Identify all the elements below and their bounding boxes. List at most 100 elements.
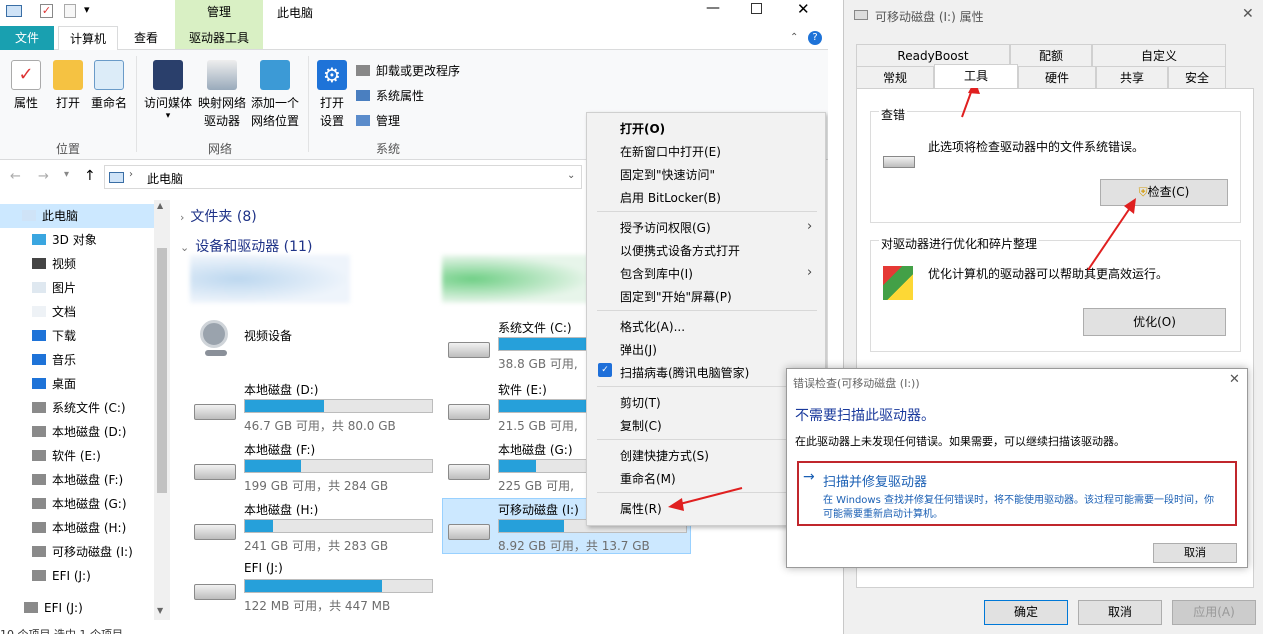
recent-locations-icon[interactable]: ▾: [64, 169, 69, 180]
context-menu-item[interactable]: 属性(R): [620, 499, 662, 519]
close-icon[interactable]: ✕: [1242, 6, 1254, 22]
drive-icon: [32, 402, 46, 413]
open-button[interactable]: 打开: [52, 60, 84, 112]
nav-item[interactable]: 图片: [32, 276, 76, 300]
new-folder-quick-icon[interactable]: [64, 4, 76, 18]
rename-button[interactable]: 重命名: [88, 60, 130, 112]
tab-hardware[interactable]: 硬件: [1018, 66, 1096, 88]
drive-item[interactable]: EFI (J:) 122 MB 可用，共 447 MB: [172, 558, 433, 618]
close-icon[interactable]: ✕: [1229, 372, 1240, 387]
help-icon[interactable]: ?: [808, 31, 822, 45]
nav-item[interactable]: 本地磁盘 (F:): [32, 468, 123, 492]
tab-readyboost[interactable]: ReadyBoost: [856, 44, 1010, 66]
properties-quick-icon[interactable]: ✓: [40, 4, 53, 18]
drive-item[interactable]: 本地磁盘 (F:) 199 GB 可用，共 284 GB: [172, 438, 433, 498]
context-menu-item[interactable]: 复制(C): [620, 416, 662, 436]
manage-tab-label: 管理: [206, 5, 231, 19]
add-network-location-button[interactable]: 添加一个 网络位置: [248, 60, 302, 130]
scroll-up-icon[interactable]: ▲: [157, 201, 163, 210]
tab-quota[interactable]: 配额: [1010, 44, 1092, 66]
tab-general[interactable]: 常规: [856, 66, 934, 88]
nav-item[interactable]: 桌面: [32, 372, 76, 396]
context-menu-item[interactable]: 固定到"开始"屏幕(P): [620, 287, 732, 307]
manage-button[interactable]: 管理: [356, 112, 400, 129]
drive-icon: [448, 464, 490, 480]
customize-toolbar-icon[interactable]: ▾: [84, 3, 90, 16]
group-location-label: 位置: [56, 142, 81, 156]
nav-item[interactable]: EFI (J:): [32, 564, 91, 588]
ok-button[interactable]: 确定: [984, 600, 1068, 625]
tab-view[interactable]: 查看: [122, 26, 170, 50]
error-check-cancel-button[interactable]: 取消: [1153, 543, 1237, 563]
network-location-icon: [260, 60, 290, 90]
context-menu-item[interactable]: 格式化(A)...: [620, 317, 685, 337]
folders-section-header[interactable]: › 文件夹 (8): [180, 206, 257, 226]
nav-item[interactable]: 软件 (E:): [32, 444, 101, 468]
nav-item[interactable]: 视频: [32, 252, 76, 276]
context-menu-item[interactable]: 固定到"快速访问": [620, 165, 715, 185]
nav-item[interactable]: 3D 对象: [32, 228, 97, 252]
check-button[interactable]: ⛨检查(C): [1100, 179, 1228, 206]
nav-item[interactable]: EFI (J:): [24, 596, 83, 620]
context-menu-item[interactable]: 授予访问权限(G): [620, 218, 711, 238]
tab-drive-tools[interactable]: 驱动器工具: [175, 26, 263, 50]
uninstall-program-button[interactable]: 卸载或更改程序: [356, 62, 460, 79]
context-menu-item[interactable]: 创建快捷方式(S): [620, 446, 709, 466]
chevron-down-icon[interactable]: ⌄: [567, 170, 575, 181]
nav-item[interactable]: 本地磁盘 (H:): [32, 516, 126, 540]
context-menu-item[interactable]: 以便携式设备方式打开: [620, 241, 740, 261]
context-menu-item[interactable]: 扫描病毒(腾讯电脑管家): [620, 363, 749, 383]
tab-file[interactable]: 文件: [0, 26, 54, 50]
back-arrow-icon[interactable]: ←: [10, 169, 21, 184]
tab-sharing[interactable]: 共享: [1096, 66, 1168, 88]
maximize-button[interactable]: [751, 3, 762, 14]
scan-and-repair-link[interactable]: → 扫描并修复驱动器 在 Windows 查找并修复任何错误时，将不能使用驱动器…: [797, 461, 1237, 526]
context-menu-item[interactable]: 在新窗口中打开(E): [620, 142, 721, 162]
blurred-device[interactable]: [442, 255, 592, 303]
context-menu-item[interactable]: 打开(O): [620, 119, 665, 139]
nav-item[interactable]: 文档: [32, 300, 76, 324]
nav-item[interactable]: 可移动磁盘 (I:): [32, 540, 133, 564]
context-menu-item[interactable]: 剪切(T): [620, 393, 661, 413]
forward-arrow-icon[interactable]: →: [38, 169, 49, 184]
properties-button[interactable]: ✓ 属性: [8, 60, 44, 112]
drive-item[interactable]: 本地磁盘 (H:) 241 GB 可用，共 283 GB: [172, 498, 433, 558]
access-media-button[interactable]: 访问媒体 ▾: [142, 60, 194, 121]
apply-button[interactable]: 应用(A): [1172, 600, 1256, 625]
nav-item[interactable]: 下载: [32, 324, 76, 348]
collapse-ribbon-icon[interactable]: ⌃: [790, 32, 798, 43]
nav-item[interactable]: 音乐: [32, 348, 76, 372]
nav-scrollbar-thumb[interactable]: [157, 248, 167, 493]
nav-item[interactable]: 本地磁盘 (G:): [32, 492, 127, 516]
tab-computer[interactable]: 计算机: [58, 26, 118, 50]
minimize-button[interactable]: —: [706, 0, 720, 16]
up-arrow-icon[interactable]: ↑: [84, 168, 96, 184]
context-menu-item[interactable]: 重命名(M): [620, 469, 676, 489]
context-menu-item[interactable]: 启用 BitLocker(B): [620, 188, 721, 208]
address-bar[interactable]: › 此电脑 ⌄: [104, 165, 582, 189]
close-button[interactable]: ✕: [797, 0, 810, 18]
video-device-label[interactable]: 视频设备: [244, 327, 292, 344]
system-properties-button[interactable]: 系统属性: [356, 87, 424, 104]
open-settings-button[interactable]: ⚙ 打开 设置: [312, 60, 352, 130]
nav-item[interactable]: 此电脑: [22, 204, 78, 228]
context-menu-item[interactable]: 包含到库中(I): [620, 264, 693, 284]
tab-security[interactable]: 安全: [1168, 66, 1226, 88]
drive-item[interactable]: 本地磁盘 (D:) 46.7 GB 可用，共 80.0 GB: [172, 378, 433, 438]
tab-customize[interactable]: 自定义: [1092, 44, 1226, 66]
blurred-device[interactable]: [190, 255, 350, 303]
map-drive-button[interactable]: 映射网络 驱动器: [196, 60, 248, 130]
nav-scrollbar[interactable]: ▲ ▼: [154, 200, 170, 620]
drive-usage-fill: [499, 460, 537, 472]
devices-section-header[interactable]: ⌄ 设备和驱动器 (11): [180, 236, 312, 256]
nav-item[interactable]: 系统文件 (C:): [32, 396, 126, 420]
drive-icon: [194, 524, 236, 540]
scroll-down-icon[interactable]: ▼: [157, 606, 163, 615]
nav-item[interactable]: 本地磁盘 (D:): [32, 420, 126, 444]
shield-icon: ✓: [598, 363, 612, 377]
optimize-button[interactable]: 优化(O): [1083, 308, 1226, 336]
tab-tools[interactable]: 工具: [934, 64, 1018, 88]
cancel-button[interactable]: 取消: [1078, 600, 1162, 625]
nav-item-label: 可移动磁盘 (I:): [52, 545, 133, 559]
context-menu-item[interactable]: 弹出(J): [620, 340, 657, 360]
